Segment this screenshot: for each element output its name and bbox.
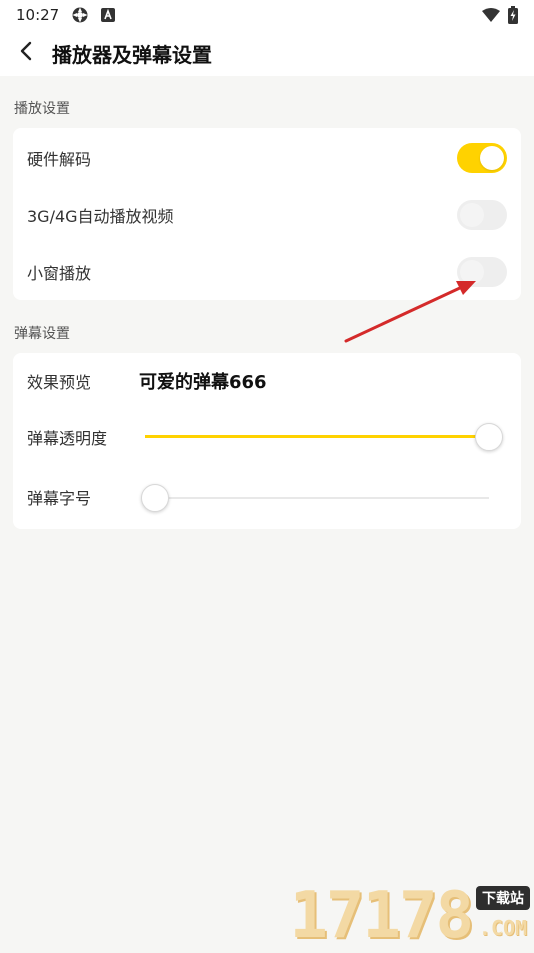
watermark-badge: 下载站 [476,886,530,910]
annotation-arrow [344,281,476,343]
watermark-domain: .COM [478,916,528,940]
watermark-number: 17178 [289,879,474,953]
site-watermark: 17178 下载站 .COM [289,879,530,953]
